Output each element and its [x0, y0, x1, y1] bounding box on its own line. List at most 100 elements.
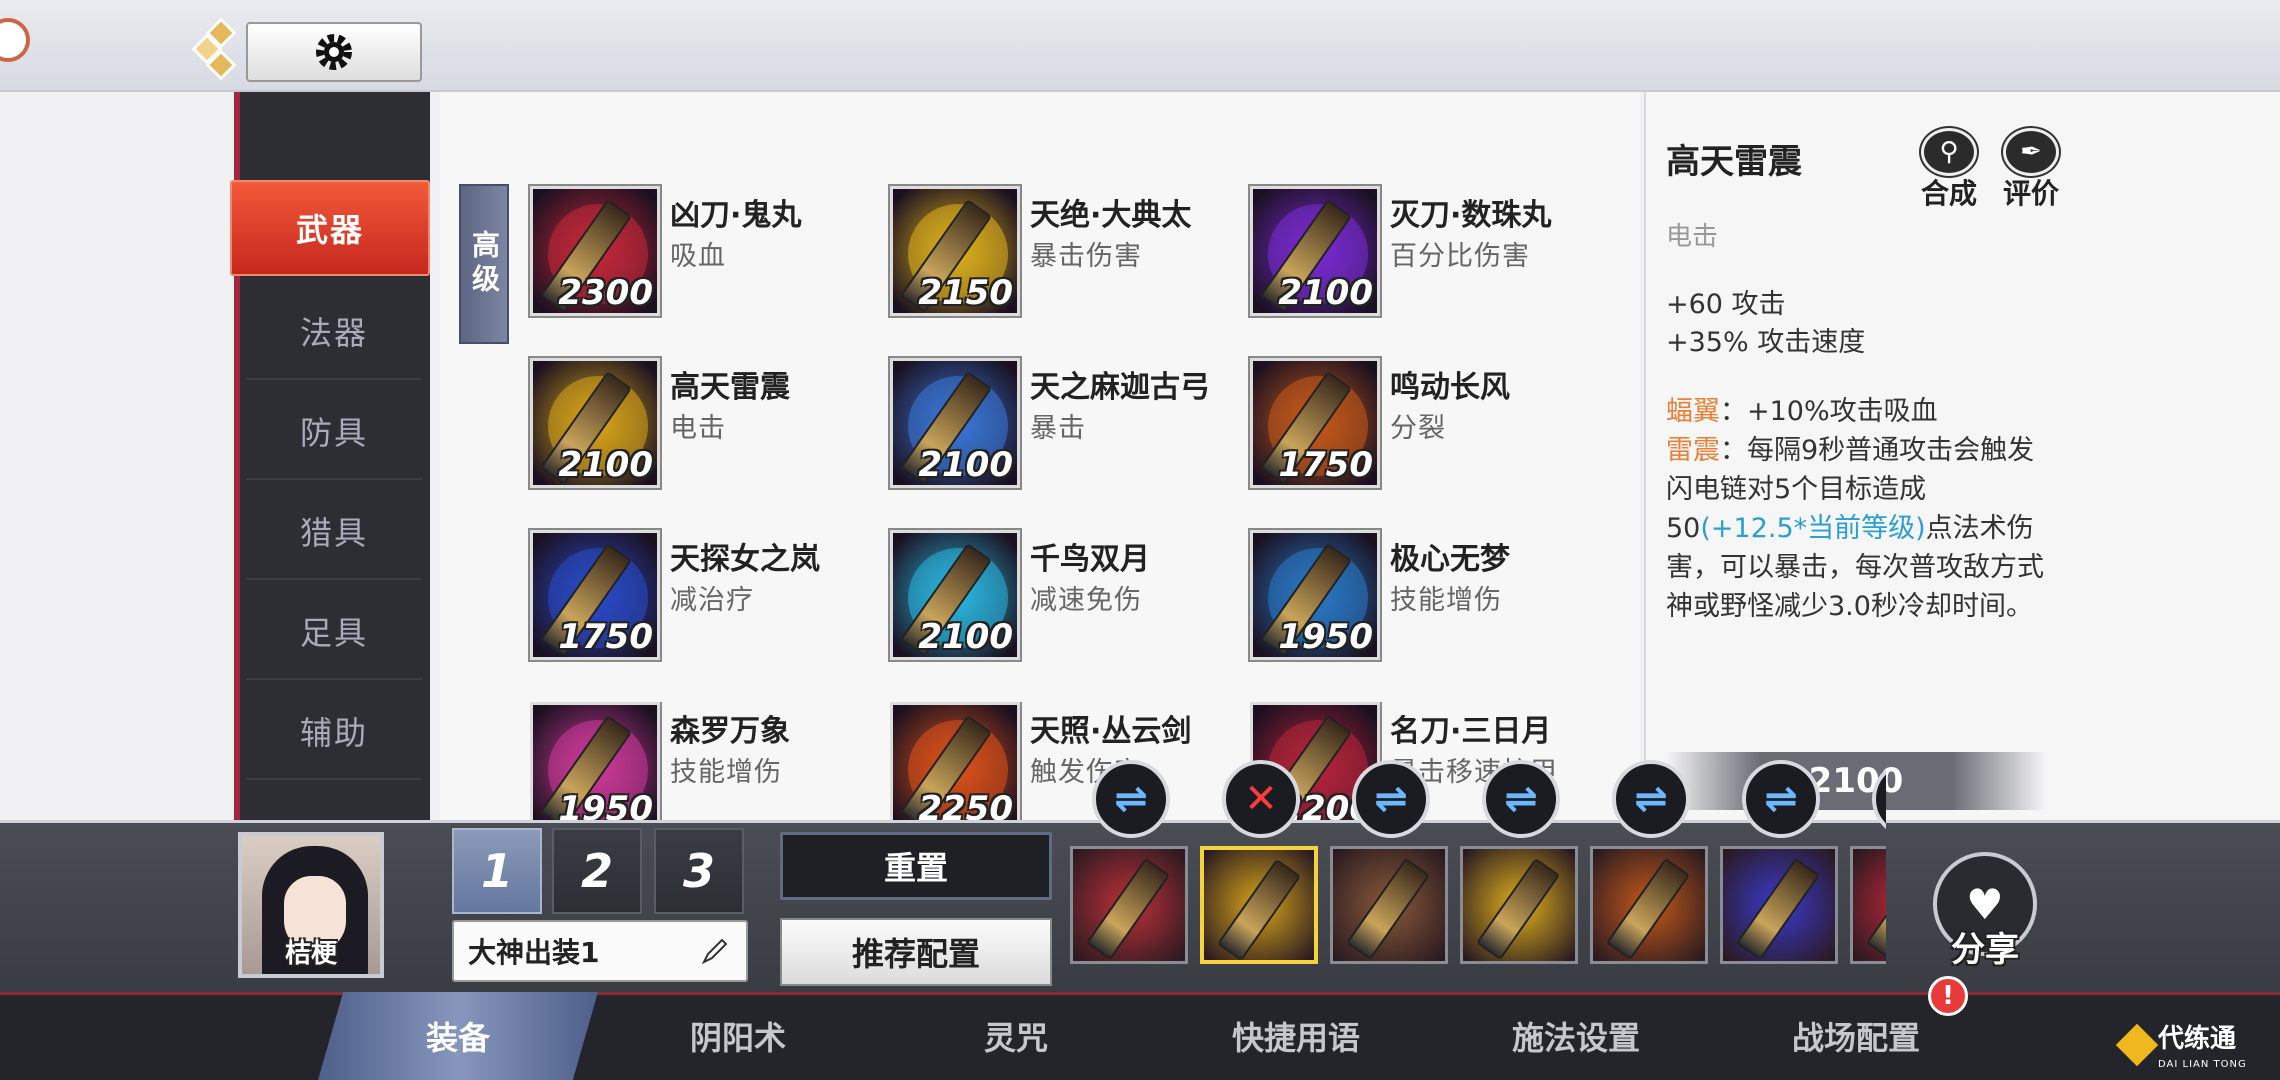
item-effect: 分裂	[1390, 413, 1446, 444]
item-effect: 吸血	[670, 241, 726, 272]
watermark-subtitle: DAI LIAN TONG	[2158, 1059, 2247, 1070]
item-price: 2100	[918, 617, 1013, 657]
equipped-item-slot[interactable]	[1200, 846, 1318, 964]
item-icon: 2100	[1250, 186, 1380, 316]
item-effect: 暴击伤害	[1030, 241, 1142, 272]
item-effect: 减速免伤	[1030, 585, 1142, 616]
item-name: 鸣动长风	[1390, 370, 1510, 405]
item-icon: 1950	[1250, 530, 1380, 660]
item-name: 天绝·大典太	[1030, 198, 1192, 233]
build-name-field[interactable]: 大神出装1	[452, 920, 748, 982]
item-icon: 2300	[530, 186, 660, 316]
character-avatar[interactable]: 桔梗	[238, 832, 384, 978]
tab-cast-settings[interactable]: 施法设置	[1436, 992, 1716, 1080]
review-button[interactable]: ✒ 评价	[1996, 128, 2066, 212]
item-card[interactable]: 2100 灭刀·数珠丸百分比伤害	[1250, 186, 1590, 326]
category-support[interactable]: 辅助	[246, 684, 422, 780]
category-magic-tool[interactable]: 法器	[246, 284, 422, 380]
item-price: 2300	[558, 273, 653, 313]
item-price: 2150	[918, 273, 1013, 313]
category-boots[interactable]: 足具	[246, 584, 422, 680]
item-card[interactable]: 1950 极心无梦技能增伤	[1250, 530, 1590, 670]
item-card[interactable]: 1750 鸣动长风分裂	[1250, 358, 1590, 498]
item-price: 1750	[1278, 445, 1373, 485]
item-price: 1950	[558, 789, 653, 820]
detail-item-name: 高天雷震	[1666, 142, 1802, 182]
feather-icon: ✒	[2003, 128, 2059, 176]
equipped-item-slot[interactable]	[1850, 846, 1886, 964]
item-card[interactable]: 2100 天之麻迦古弓 暴击	[890, 358, 1230, 498]
item-card[interactable]: 2100 高天雷震 电击	[530, 358, 870, 498]
item-name: 天之麻迦古弓	[1030, 370, 1210, 405]
item-name: 天探女之岚	[670, 542, 820, 577]
pencil-icon[interactable]	[700, 936, 730, 966]
item-detail-panel: 高天雷震 ⚲ 合成 ✒ 评价 电击 +60 攻击 +35% 攻击速度 蝠翼：+1…	[1644, 92, 2280, 820]
build-slot-tab-2[interactable]: 2	[552, 828, 642, 914]
compose-tree-icon: ⚲	[1921, 128, 1977, 176]
character-name: 桔梗	[284, 939, 337, 969]
item-card[interactable]: 2300 凶刀·鬼丸吸血	[530, 186, 870, 326]
item-icon: 1950	[530, 702, 660, 820]
equipped-item-slot[interactable]	[1330, 846, 1448, 964]
share-button[interactable]: ♥ 分享	[1930, 852, 2040, 982]
item-price: 2250	[918, 789, 1013, 820]
equipped-item-slot[interactable]	[1590, 846, 1708, 964]
detail-description: 蝠翼：+10%攻击吸血 雷震：每隔9秒普通攻击会触发闪电链对5个目标造成50(+…	[1666, 392, 2056, 626]
item-card[interactable]: 2150 天绝·大典太暴击伤害	[890, 186, 1230, 326]
item-icon: 2100	[890, 358, 1020, 488]
item-name: 名刀·三日月	[1390, 714, 1552, 749]
tier-tab-advanced[interactable]: 高级	[459, 184, 509, 344]
equipped-item-slot[interactable]	[1720, 846, 1838, 964]
item-name: 极心无梦	[1390, 542, 1510, 577]
category-weapon[interactable]: 武器	[230, 180, 430, 276]
item-effect: 技能增伤	[1390, 585, 1502, 616]
equipped-items: ⇌ ✕ ⇌ ⇌ ⇌ ⇌ ⇌	[1070, 760, 1886, 990]
swap-item-icon[interactable]: ⇌	[1742, 760, 1820, 838]
passive-name-thunder: 雷震	[1666, 435, 1720, 466]
item-price: 2100	[1278, 273, 1373, 313]
remove-item-icon[interactable]: ✕	[1222, 760, 1300, 838]
build-slot-tab-3[interactable]: 3	[654, 828, 744, 914]
category-armor[interactable]: 防具	[246, 384, 422, 480]
item-card[interactable]: 2100 千鸟双月减速免伤	[890, 530, 1230, 670]
build-slot-tab-1[interactable]: 1	[452, 828, 542, 914]
category-hunting[interactable]: 猎具	[246, 484, 422, 580]
item-effect: 技能增伤	[670, 757, 782, 788]
recommend-config-button[interactable]: 推荐配置	[780, 918, 1052, 986]
swap-item-icon[interactable]: ⇌	[1872, 760, 1886, 838]
alert-badge: !	[1928, 976, 1968, 1016]
tab-onmyoji-spell[interactable]: 阴阳术	[598, 992, 878, 1080]
tab-spirit-curse[interactable]: 灵咒	[876, 992, 1156, 1080]
equipped-item-slot[interactable]	[1460, 846, 1578, 964]
share-label: 分享	[1951, 930, 2019, 970]
item-icon: 1750	[530, 530, 660, 660]
swap-item-icon[interactable]: ⇌	[1612, 760, 1690, 838]
item-effect: 电击	[670, 413, 726, 444]
tab-quick-chat[interactable]: 快捷用语	[1156, 992, 1436, 1080]
passive-scaling: (+12.5*当前等级)	[1700, 513, 1926, 544]
item-icon: 2100	[530, 358, 660, 488]
compose-button[interactable]: ⚲ 合成	[1914, 128, 1984, 212]
detail-item-type: 电击	[1666, 222, 1719, 252]
item-icon: 1750	[1250, 358, 1380, 488]
back-icon[interactable]	[0, 18, 30, 62]
item-price: 1950	[1278, 617, 1373, 657]
swap-item-icon[interactable]: ⇌	[1352, 760, 1430, 838]
equipped-item-slot[interactable]	[1070, 846, 1188, 964]
item-price: 2100	[918, 445, 1013, 485]
item-card[interactable]: 1950 森罗万象技能增伤	[530, 702, 870, 820]
watermark-title: 代练通	[2158, 1024, 2237, 1054]
settings-button[interactable]	[246, 22, 422, 82]
swap-item-icon[interactable]: ⇌	[1482, 760, 1560, 838]
item-effect: 减治疗	[670, 585, 754, 616]
tab-equipment[interactable]: 装备	[318, 992, 598, 1080]
item-card[interactable]: 1750 天探女之岚减治疗	[530, 530, 870, 670]
item-icon: 2150	[890, 186, 1020, 316]
item-name: 森罗万象	[670, 714, 790, 749]
item-effect: 百分比伤害	[1390, 241, 1530, 272]
item-name: 凶刀·鬼丸	[670, 198, 802, 233]
item-name: 灭刀·数珠丸	[1390, 198, 1552, 233]
reset-button[interactable]: 重置	[780, 832, 1052, 900]
item-name: 千鸟双月	[1030, 542, 1150, 577]
swap-item-icon[interactable]: ⇌	[1092, 760, 1170, 838]
